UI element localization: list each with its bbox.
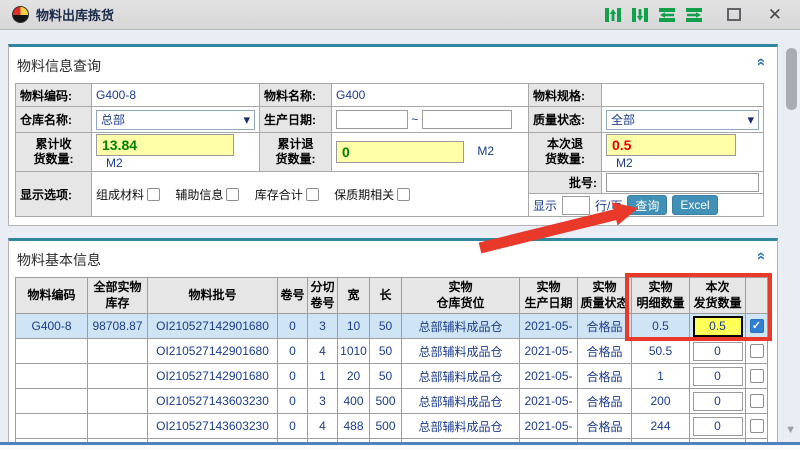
production-date-to-input[interactable] — [422, 110, 512, 129]
batch-no-input[interactable] — [606, 173, 759, 192]
ship-qty-input[interactable] — [693, 392, 743, 411]
warehouse-label: 仓库名称: — [16, 107, 92, 133]
check-icon: ✓ — [752, 320, 761, 332]
collapse-panel-icon[interactable]: « — [755, 252, 767, 260]
material-code-value[interactable]: G400-8 — [92, 84, 260, 107]
query-panel-title: 物料信息查询 — [9, 47, 777, 83]
table-row[interactable]: OI210527143603230 0 4 488 500 总部辅料成品仓 20… — [16, 414, 768, 439]
expand-horizontal-icon[interactable] — [684, 7, 704, 23]
window-title: 物料出库拣货 — [36, 5, 114, 24]
row-checkbox[interactable]: ✓ — [750, 319, 764, 333]
excel-button[interactable]: Excel — [672, 195, 717, 215]
table-row[interactable]: OI210527142901680 0 1 20 50 总部辅料成品仓 2021… — [16, 364, 768, 389]
table-panel-title: 物料基本信息 — [9, 241, 777, 277]
material-spec-value[interactable] — [602, 84, 764, 107]
quality-status-select[interactable]: 全部 ▾ — [606, 110, 759, 130]
maximize-button[interactable] — [727, 8, 741, 21]
option-compose-material-checkbox[interactable] — [147, 188, 160, 201]
display-options-group: 组成材料 辅助信息 库存合计 保质期相关 — [92, 172, 529, 217]
app-logo-icon — [12, 6, 29, 23]
ship-qty-input[interactable] — [693, 417, 743, 436]
batch-no-label: 批号: — [529, 172, 602, 194]
current-return-label: 本次退 货数量: — [529, 133, 602, 172]
option-shelf-life-label: 保质期相关 — [334, 188, 394, 202]
table-row[interactable]: OI210527142901680 0 4 1010 50 总部辅料成品仓 20… — [16, 339, 768, 364]
total-returned-value: 0 — [336, 141, 464, 163]
total-received-value: 13.84 — [96, 134, 234, 156]
window-bottom-strip — [0, 445, 800, 450]
material-code-label: 物料编码: — [16, 84, 92, 107]
total-received-unit: M2 — [106, 156, 123, 170]
total-received-label: 累计收 货数量: — [16, 133, 92, 172]
option-shelf-life-checkbox[interactable] — [397, 188, 410, 201]
scrollbar-thumb[interactable] — [786, 48, 797, 110]
table-row[interactable]: OI210527143603230 0 3 400 500 总部辅料成品仓 20… — [16, 389, 768, 414]
row-checkbox[interactable] — [750, 394, 764, 408]
option-compose-material-label: 组成材料 — [96, 188, 144, 202]
collapse-panel-icon[interactable]: « — [755, 58, 767, 66]
pager-suffix: 行/页 — [595, 197, 622, 214]
row-checkbox[interactable] — [750, 419, 764, 433]
option-stock-total-checkbox[interactable] — [306, 188, 319, 201]
query-button[interactable]: 查询 — [627, 195, 667, 215]
title-bar: 物料出库拣货 ✕ — [0, 0, 800, 30]
option-aux-info-label: 辅助信息 — [175, 188, 223, 202]
chevron-down-icon: ▾ — [747, 115, 754, 125]
option-aux-info-checkbox[interactable] — [226, 188, 239, 201]
ship-qty-input[interactable] — [693, 367, 743, 386]
material-name-label: 物料名称: — [260, 84, 332, 107]
rows-per-page-input[interactable] — [562, 196, 590, 215]
material-info-panel: 物料基本信息 « 物料编码 全部实物 库存 物料批号 卷号 分切 卷号 宽 长 … — [8, 238, 778, 444]
table-row[interactable]: G400-8 98708.87 OI210527142901680 0 3 10… — [16, 314, 768, 339]
warehouse-select[interactable]: 总部 ▾ — [96, 110, 255, 130]
current-return-value: 0.5 — [606, 134, 736, 156]
chevron-down-icon: ▾ — [243, 115, 250, 125]
current-return-unit: M2 — [616, 156, 633, 170]
display-options-label: 显示选项: — [16, 172, 92, 217]
total-returned-unit: M2 — [477, 144, 494, 158]
expand-vertical-icon[interactable] — [630, 7, 650, 23]
ship-qty-input[interactable] — [693, 342, 743, 361]
production-date-label: 生产日期: — [260, 107, 332, 133]
total-returned-label: 累计退 货数量: — [260, 133, 332, 172]
quality-status-label: 质量状态: — [529, 107, 602, 133]
query-form: 物料编码: G400-8 物料名称: G400 物料规格: 仓库名称: 总部 ▾… — [15, 83, 764, 217]
date-range-separator: ~ — [411, 113, 418, 127]
row-checkbox[interactable] — [750, 344, 764, 358]
row-checkbox[interactable] — [750, 369, 764, 383]
table-header-row: 物料编码 全部实物 库存 物料批号 卷号 分切 卷号 宽 长 实物 仓库货位 实… — [16, 278, 768, 314]
material-spec-label: 物料规格: — [529, 84, 602, 107]
pager-prefix: 显示 — [533, 197, 557, 214]
close-button[interactable]: ✕ — [768, 6, 782, 23]
shrink-vertical-icon[interactable] — [603, 7, 623, 23]
scroll-down-icon[interactable]: ▼ — [785, 424, 796, 436]
ship-qty-input[interactable] — [693, 316, 743, 337]
production-date-from-input[interactable] — [336, 110, 408, 129]
shrink-horizontal-icon[interactable] — [657, 7, 677, 23]
material-name-value[interactable]: G400 — [332, 84, 529, 107]
material-table: 物料编码 全部实物 库存 物料批号 卷号 分切 卷号 宽 长 实物 仓库货位 实… — [15, 277, 768, 444]
material-query-panel: 物料信息查询 « 物料编码: G400-8 物料名称: G400 物料规格: 仓… — [8, 44, 778, 226]
option-stock-total-label: 库存合计 — [255, 188, 303, 202]
